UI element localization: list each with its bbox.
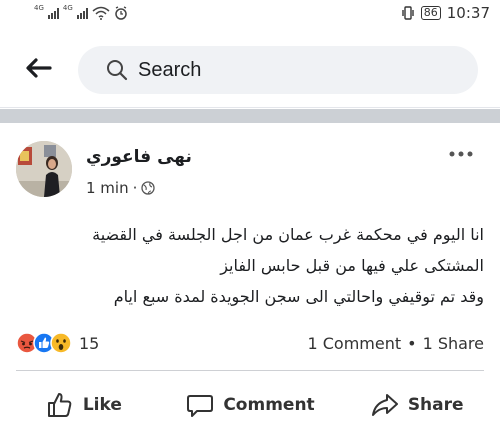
post-author-name[interactable]: نهى فاعوري [86, 147, 192, 167]
share-button[interactable]: Share [333, 383, 500, 427]
like-label: Like [82, 395, 122, 415]
status-bar: 4G 4G 86 10:37 [0, 0, 500, 28]
search-input[interactable] [138, 56, 458, 84]
post-time[interactable]: 1 min [86, 179, 129, 197]
network-type-2: 4G [62, 4, 73, 12]
comment-count[interactable]: 1 Comment [307, 334, 401, 353]
status-right: 86 10:37 [401, 4, 490, 22]
wow-icon [50, 332, 72, 354]
share-arrow-icon [371, 394, 398, 416]
post-card: نهى فاعوري 1 min · انا اليوم في محكمة غر… [0, 123, 500, 442]
post-text: انا اليوم في محكمة غرب عمان من اجل الجلس… [20, 219, 484, 312]
post-text-line: وقد تم توقيفي واحالتي الى سجن الجويدة لم… [113, 287, 484, 306]
search-header [0, 28, 500, 108]
battery-indicator: 86 [420, 6, 441, 20]
like-button[interactable]: Like [0, 383, 167, 427]
stats-separator: • [407, 334, 417, 353]
network-type-1: 4G [34, 4, 44, 12]
comment-button[interactable]: Comment [167, 383, 334, 427]
thumbs-up-icon [47, 393, 72, 417]
search-bar[interactable] [78, 46, 478, 94]
alarm-icon [115, 6, 127, 20]
clock: 10:37 [446, 4, 490, 22]
more-options-icon[interactable] [448, 149, 474, 159]
signal-bars-1-icon [47, 7, 59, 19]
search-icon [107, 60, 128, 81]
share-count[interactable]: 1 Share [423, 334, 484, 353]
back-arrow-icon[interactable] [24, 56, 52, 80]
reactions-summary[interactable]: 15 [16, 332, 99, 354]
status-left: 4G 4G [34, 4, 128, 20]
share-label: Share [407, 395, 464, 415]
section-separator [0, 109, 500, 123]
post-meta: 1 min · [86, 179, 156, 197]
globe-icon [141, 181, 156, 195]
actions-divider [16, 370, 484, 371]
reaction-count: 15 [79, 333, 100, 353]
comment-bubble-icon [187, 395, 214, 417]
engagement-stats: 1 Comment • 1 Share [307, 334, 484, 353]
comment-label: Comment [223, 395, 315, 415]
avatar-image [16, 141, 72, 197]
vibrate-icon [402, 6, 414, 20]
wifi-icon [92, 6, 110, 20]
post-text-line: انا اليوم في محكمة غرب عمان من اجل الجلس… [92, 225, 484, 244]
signal-bars-2-icon [76, 7, 88, 19]
author-avatar[interactable] [16, 141, 72, 197]
post-actions: Like Comment Share [0, 383, 500, 427]
post-text-line: المشتكى علي فيها من قبل حابس الفايز [220, 256, 484, 275]
